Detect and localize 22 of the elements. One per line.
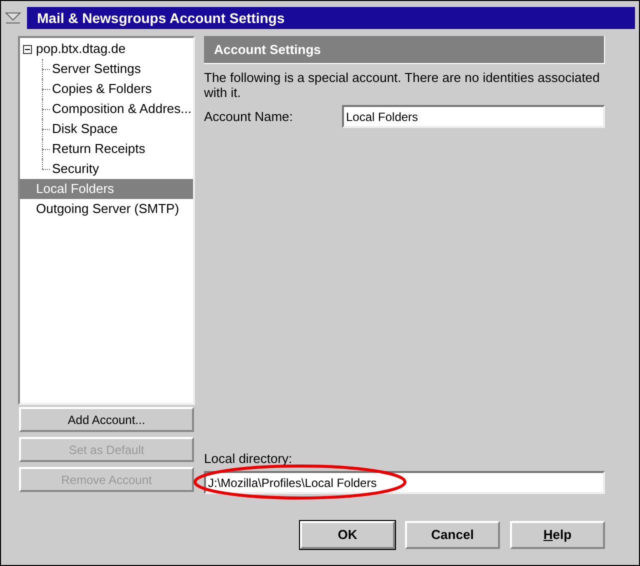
collapse-icon[interactable] [23,44,32,54]
tree-item[interactable]: Composition & Addres... [20,99,193,119]
tree-item[interactable]: Return Receipts [20,139,193,159]
account-name-field[interactable]: Local Folders [342,105,605,128]
window-menu-icon[interactable] [5,11,21,25]
account-button[interactable]: Add Account... [19,407,194,432]
field-label: Local directory: [204,450,294,468]
panel-title: Account Settings [214,40,321,59]
dialog-button[interactable]: Cancel [405,521,500,549]
tree-item[interactable]: Security [20,159,193,179]
tree-item[interactable]: Server Settings [20,59,193,79]
field-label: Account Name: [204,108,294,126]
tree-item[interactable]: Copies & Folders [20,79,193,99]
local-directory-field[interactable]: J:\Mozilla\Profiles\Local Folders [204,471,605,494]
tree-item[interactable]: pop.btx.dtag.de [20,39,193,59]
tree-item[interactable]: Local Folders [20,179,193,199]
dialog-button[interactable]: OK [300,521,395,549]
description-text: The following is a special account. There are no identities associated with it. [204,70,601,100]
window-title: Mail & Newsgroups Account Settings [37,8,285,28]
dialog-button[interactable]: Help [510,521,605,549]
tree-item[interactable]: Disk Space [20,119,193,139]
tree-item[interactable]: Outgoing Server (SMTP) [20,199,193,219]
